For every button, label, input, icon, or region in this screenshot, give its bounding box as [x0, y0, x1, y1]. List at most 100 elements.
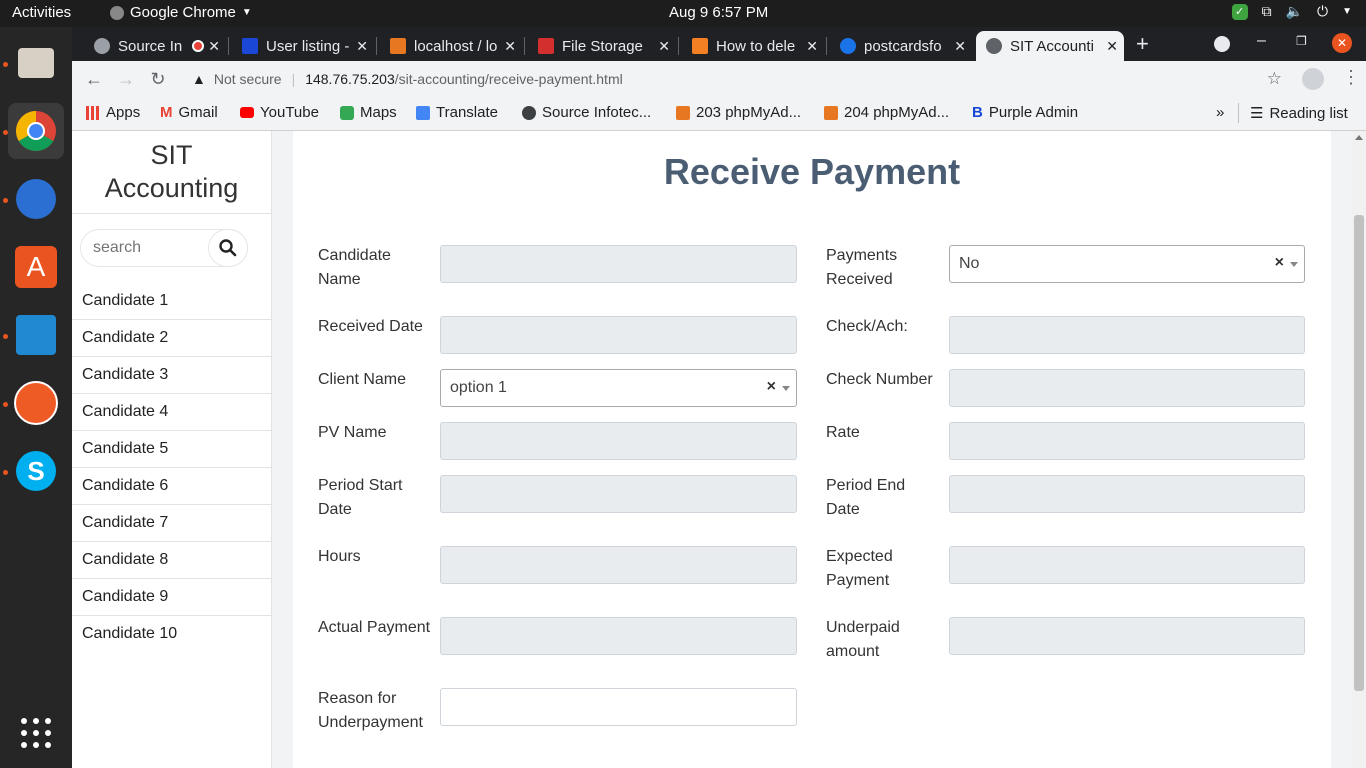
- bookmark-source-infotec[interactable]: Source Infotec...: [522, 104, 651, 121]
- pv-name-field[interactable]: [440, 422, 797, 460]
- update-check-icon[interactable]: ✓: [1231, 3, 1248, 20]
- bookmark-apps[interactable]: Apps: [86, 104, 140, 121]
- bookmark-star-icon[interactable]: ☆: [1267, 69, 1282, 89]
- check-number-field[interactable]: [949, 369, 1305, 407]
- system-tray[interactable]: ✓ ⧉ 🔈 ⏻ ▼: [1231, 3, 1352, 20]
- label-line: Name: [318, 271, 361, 288]
- bookmark-phpmyadmin-204[interactable]: 204 phpMyAd...: [824, 104, 949, 121]
- close-icon[interactable]: ✕: [954, 38, 966, 55]
- expected-payment-field[interactable]: [949, 546, 1305, 584]
- window-close-icon[interactable]: ✕: [1332, 33, 1352, 53]
- software-center-icon[interactable]: A: [8, 239, 64, 295]
- candidate-item[interactable]: Candidate 5: [72, 431, 272, 468]
- bookmark-phpmyadmin-203[interactable]: 203 phpMyAd...: [676, 104, 801, 121]
- candidate-item[interactable]: Candidate 9: [72, 579, 272, 616]
- dropdown-arrow-icon[interactable]: [1290, 262, 1298, 267]
- candidate-item[interactable]: Candidate 1: [72, 283, 272, 320]
- browser-tab-active[interactable]: SIT Accounti ✕: [976, 31, 1124, 61]
- received-date-field[interactable]: [440, 316, 797, 354]
- skype-app-icon[interactable]: S: [8, 443, 64, 499]
- candidate-item[interactable]: Candidate 8: [72, 542, 272, 579]
- bookmark-youtube[interactable]: YouTube: [240, 104, 319, 121]
- profile-avatar-icon[interactable]: [1302, 68, 1324, 90]
- candidate-item[interactable]: Candidate 10: [72, 616, 272, 653]
- clock[interactable]: Aug 9 6:57 PM: [669, 4, 768, 21]
- app-menu[interactable]: Google Chrome ▼: [110, 4, 252, 21]
- close-icon[interactable]: ✕: [504, 38, 516, 55]
- browser-tab[interactable]: localhost / lo ✕: [380, 31, 522, 61]
- candidate-item[interactable]: Candidate 3: [72, 357, 272, 394]
- postman-app-icon[interactable]: [8, 375, 64, 431]
- browser-tab[interactable]: How to dele ✕: [682, 31, 824, 61]
- search-input[interactable]: [93, 239, 213, 257]
- tab-search-icon[interactable]: [1214, 36, 1230, 52]
- back-icon[interactable]: ←: [82, 67, 106, 91]
- period-end-date-field[interactable]: [949, 475, 1305, 513]
- security-status[interactable]: Not secure: [214, 71, 282, 87]
- restore-icon[interactable]: ❐: [1296, 34, 1307, 48]
- forward-icon[interactable]: →: [114, 67, 138, 91]
- payments-received-select[interactable]: No ×: [949, 245, 1305, 283]
- underpaid-amount-field[interactable]: [949, 617, 1305, 655]
- warning-icon[interactable]: ▲: [192, 71, 206, 87]
- close-icon[interactable]: ✕: [208, 38, 220, 55]
- network-icon[interactable]: ⧉: [1262, 3, 1272, 20]
- candidate-item[interactable]: Candidate 4: [72, 394, 272, 431]
- vscode-app-icon[interactable]: [8, 307, 64, 363]
- close-icon[interactable]: ✕: [806, 38, 818, 55]
- bookmark-purple-admin[interactable]: B Purple Admin: [972, 104, 1078, 121]
- candidate-name-field[interactable]: [440, 245, 797, 283]
- browser-window: Source In ✕ User listing - ✕ localhost /…: [72, 27, 1366, 131]
- search-button[interactable]: [208, 229, 248, 267]
- address-bar[interactable]: ▲ Not secure | 148.76.75.203 /sit-accoun…: [180, 65, 1290, 93]
- rate-field[interactable]: [949, 422, 1305, 460]
- hours-field[interactable]: [440, 546, 797, 584]
- close-icon[interactable]: ✕: [658, 38, 670, 55]
- minimize-icon[interactable]: –: [1257, 32, 1266, 50]
- candidate-item[interactable]: Candidate 2: [72, 320, 272, 357]
- clear-selection-icon[interactable]: ×: [1275, 254, 1284, 272]
- dropdown-arrow-icon[interactable]: [782, 386, 790, 391]
- chevron-down-icon[interactable]: ▼: [1342, 6, 1352, 17]
- show-apps-icon[interactable]: [8, 705, 64, 761]
- url-path[interactable]: /sit-accounting/receive-payment.html: [395, 71, 623, 87]
- page-scrollbar[interactable]: [1352, 131, 1366, 768]
- browser-tab[interactable]: File Storage ✕: [528, 31, 676, 61]
- reading-list-button[interactable]: ☰ Reading list: [1250, 104, 1348, 123]
- candidate-name-label: Candidate Name: [318, 244, 391, 292]
- reading-list-icon: ☰: [1250, 105, 1264, 122]
- bookmark-maps[interactable]: Maps: [340, 104, 397, 121]
- activities-button[interactable]: Activities: [12, 4, 71, 21]
- candidate-item[interactable]: Candidate 7: [72, 505, 272, 542]
- actual-payment-field[interactable]: [440, 617, 797, 655]
- bookmark-gmail[interactable]: M Gmail: [160, 104, 218, 121]
- browser-tab[interactable]: User listing - ✕: [232, 31, 374, 61]
- reload-icon[interactable]: ↻: [146, 67, 170, 91]
- bookmark-label: YouTube: [260, 104, 319, 121]
- kebab-menu-icon[interactable]: ⋮: [1342, 67, 1360, 88]
- scroll-thumb[interactable]: [1354, 215, 1364, 691]
- scroll-up-icon[interactable]: [1355, 135, 1363, 140]
- power-icon[interactable]: ⏻: [1317, 3, 1328, 20]
- chrome-app-icon[interactable]: [8, 103, 64, 159]
- browser-tab[interactable]: postcardsfo ✕: [830, 31, 972, 61]
- globe-icon: [522, 105, 536, 120]
- check-ach-field[interactable]: [949, 316, 1305, 354]
- new-tab-button[interactable]: +: [1136, 31, 1149, 57]
- close-icon[interactable]: ✕: [356, 38, 368, 55]
- thunderbird-app-icon[interactable]: [8, 171, 64, 227]
- tab-title: SIT Accounti: [1010, 37, 1094, 55]
- period-start-date-field[interactable]: [440, 475, 797, 513]
- files-app-icon[interactable]: [8, 35, 64, 91]
- client-name-select[interactable]: option 1 ×: [440, 369, 797, 407]
- browser-tab[interactable]: Source In ✕: [84, 31, 226, 61]
- volume-icon[interactable]: 🔈: [1286, 3, 1303, 20]
- clear-selection-icon[interactable]: ×: [767, 378, 776, 396]
- bookmarks-overflow-icon[interactable]: »: [1216, 104, 1224, 121]
- close-icon[interactable]: ✕: [1106, 38, 1118, 55]
- url-host[interactable]: 148.76.75.203: [305, 71, 395, 87]
- candidate-item[interactable]: Candidate 6: [72, 468, 272, 505]
- bookmark-translate[interactable]: Translate: [416, 104, 498, 121]
- tab-separator: [228, 37, 229, 55]
- reason-underpayment-field[interactable]: [440, 688, 797, 726]
